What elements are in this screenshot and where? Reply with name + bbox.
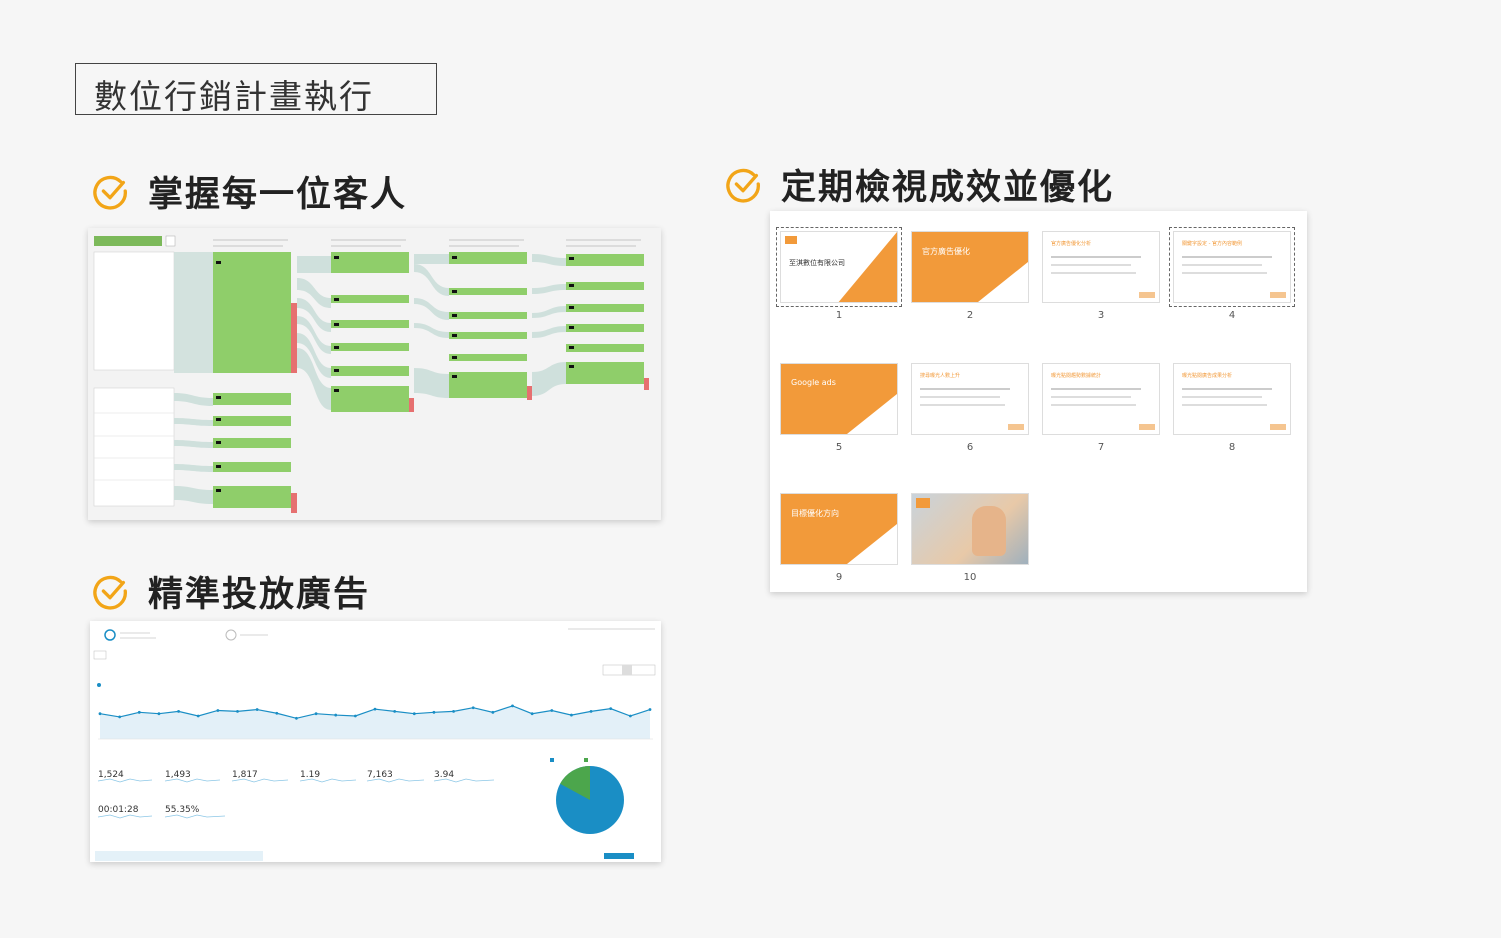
slide-thumbnail[interactable]: 官方廣告優化 (911, 231, 1029, 303)
line-chart-point (530, 712, 534, 716)
metric-value: 7,163 (367, 770, 393, 780)
section-ads-label: 精準投放廣告 (148, 575, 371, 615)
section-customers-label: 掌握每一位客人 (148, 175, 408, 215)
metric-value: 1,493 (165, 770, 191, 780)
line-chart-point (589, 710, 593, 713)
slide-title: 官方廣告優化分析 (1051, 241, 1092, 247)
user-flow-diagram (93, 235, 649, 513)
user-flow-screenshot (88, 228, 661, 520)
slide-sorter-screenshot: 至淇數位有限公司 1 官方廣告優化 2 官方廣告優化分析 3 關鍵字設定 - 官方內容範例 4… (770, 211, 1307, 592)
line-chart-point (196, 714, 200, 718)
slide-thumbnail[interactable]: 官方廣告優化分析 (1042, 231, 1160, 303)
section-ads: 精準投放廣告 (92, 566, 370, 617)
section-customers: 掌握每一位客人 (92, 166, 407, 217)
line-chart-point (412, 712, 416, 716)
metric-value: 1,817 (232, 770, 258, 780)
line-chart-point (177, 710, 180, 713)
slide-number: 1 (835, 310, 843, 321)
slide-number: 3 (1097, 310, 1105, 321)
slide-thumbnail[interactable]: 曝光點閱廣告成果分析 (1173, 363, 1291, 435)
line-chart-point (471, 706, 475, 710)
metric-value: 55.35% (165, 805, 200, 815)
slide-title: 曝光點閱趨勢數據統計 (1051, 373, 1102, 379)
slide-thumbnail[interactable] (911, 493, 1029, 565)
slide-thumbnail[interactable]: 目標優化方向 (780, 493, 898, 565)
line-chart-point (628, 714, 632, 718)
analytics-chart (93, 628, 656, 861)
line-chart-point (255, 708, 259, 711)
line-chart-point (511, 704, 514, 708)
check-circle-icon (726, 168, 760, 203)
check-circle-icon (93, 575, 127, 610)
line-chart-point (236, 710, 239, 713)
slide-number: 4 (1228, 310, 1236, 321)
slide-title: 官方廣告優化 (922, 247, 970, 256)
slide-thumbnail[interactable]: 關鍵字設定 - 官方內容範例 (1169, 227, 1295, 307)
slide-number: 9 (835, 572, 843, 583)
section-review: 定期檢視成效並優化 (725, 159, 1114, 210)
slide-title: 搜尋曝光人數上升 (920, 373, 961, 379)
slide-number: 2 (966, 310, 974, 321)
line-chart-area (100, 705, 650, 739)
analytics-dashboard-screenshot: 1,524 1,493 1,817 1.19 7,163 3.94 00:01:… (90, 621, 661, 862)
line-chart-point (118, 715, 122, 719)
slide-title: 至淇數位有限公司 (789, 259, 845, 267)
slide-thumbnail[interactable]: 曝光點閱趨勢數據統計 (1042, 363, 1160, 435)
line-chart-point (216, 709, 220, 712)
line-chart-point (550, 709, 554, 712)
slide-number: 10 (963, 572, 977, 583)
slide-thumbnail[interactable]: Google ads (780, 363, 898, 435)
page-title: 數位行銷計畫執行 (94, 77, 374, 116)
section-review-label: 定期檢視成效並優化 (781, 168, 1115, 208)
slide-thumbnail[interactable]: 至淇數位有限公司 (776, 227, 902, 307)
line-chart-point (648, 708, 652, 711)
line-chart-point (373, 707, 377, 711)
metric-value: 00:01:28 (98, 805, 139, 815)
line-chart-point (137, 710, 141, 714)
line-chart-point (452, 710, 455, 713)
settings-button (165, 235, 176, 247)
line-chart-point (157, 712, 161, 716)
slide-thumbnail[interactable]: 搜尋曝光人數上升 (911, 363, 1029, 435)
slide-title: Google ads (791, 378, 836, 387)
line-chart-point (491, 710, 495, 714)
line-chart-point (609, 707, 613, 711)
dimension-dropdown (94, 236, 162, 246)
line-chart-point (570, 713, 573, 717)
slide-title: 關鍵字設定 - 官方內容範例 (1182, 241, 1242, 247)
line-chart-point (295, 716, 298, 720)
line-chart-point (314, 712, 318, 716)
line-chart-point (432, 710, 436, 714)
slide-number: 8 (1228, 442, 1236, 453)
line-chart-point (98, 712, 102, 716)
metric-value: 1.19 (300, 770, 321, 780)
metric-value: 3.94 (434, 770, 455, 780)
slide-title: 目標優化方向 (791, 509, 839, 518)
line-chart-point (275, 711, 279, 715)
slide-number: 7 (1097, 442, 1105, 453)
line-chart-point (353, 714, 357, 718)
slide-title: 曝光點閱廣告成果分析 (1182, 373, 1233, 379)
page-title-box: 數位行銷計畫執行 (75, 63, 437, 116)
slide-number: 6 (966, 442, 974, 453)
line-chart-point (334, 713, 338, 717)
slide-number: 5 (835, 442, 843, 453)
metric-value: 1,524 (98, 770, 124, 780)
check-circle-icon (93, 175, 127, 210)
line-chart-point (393, 710, 397, 713)
